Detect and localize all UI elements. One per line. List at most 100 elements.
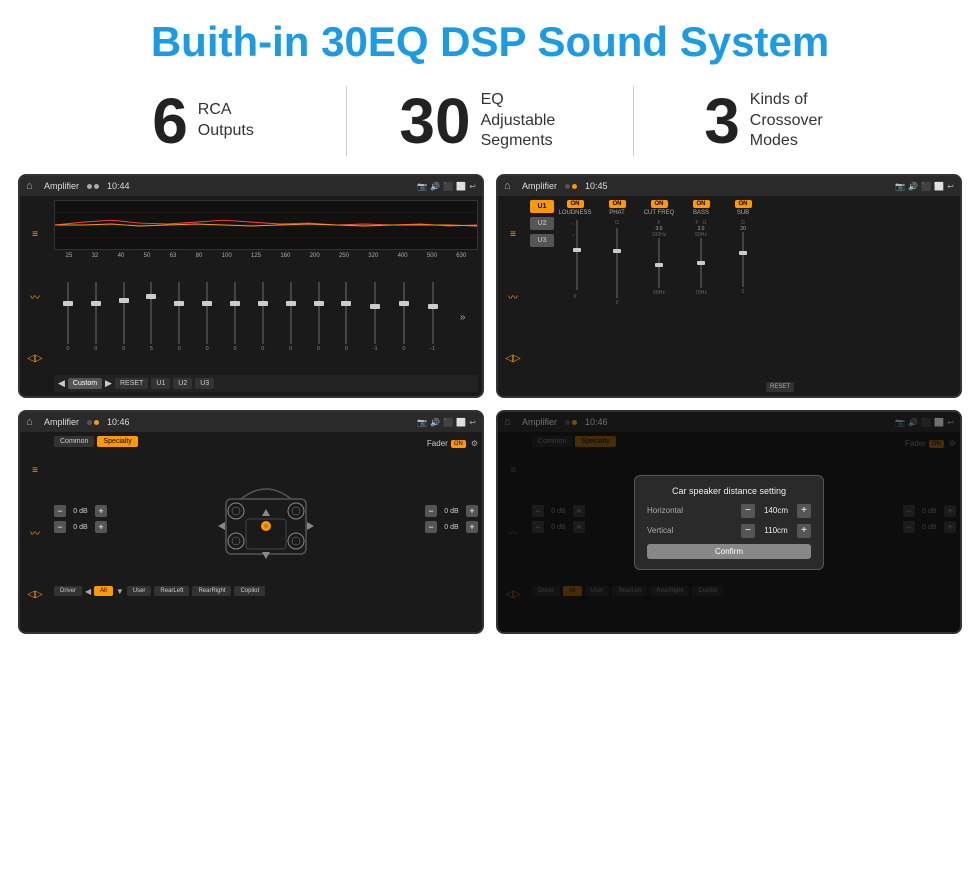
phat-on-badge[interactable]: ON: [609, 200, 626, 208]
stat-eq-text: EQ AdjustableSegments: [481, 90, 581, 152]
all-btn[interactable]: All: [94, 586, 113, 596]
left-sidebar-2: ≡ 〰 ◁▷: [498, 196, 528, 396]
db-control-2: − 0 dB +: [425, 505, 478, 517]
bass-on-badge[interactable]: ON: [693, 200, 710, 208]
cutfreq-slider[interactable]: [658, 238, 660, 288]
dot3: [565, 184, 570, 189]
eq-graph: [54, 200, 478, 250]
slider-col-6[interactable]: 0: [233, 282, 236, 352]
speaker-icon-3[interactable]: ◁▷: [27, 589, 42, 600]
driver-btn[interactable]: Driver: [54, 586, 82, 596]
sub-slider[interactable]: [742, 232, 744, 287]
db-minus-0[interactable]: −: [54, 505, 66, 517]
fader-on-badge[interactable]: ON: [451, 440, 466, 448]
cutfreq-on-badge[interactable]: ON: [651, 200, 668, 208]
stat-crossover: 3 Kinds ofCrossover Modes: [634, 89, 920, 153]
dot1: [87, 184, 92, 189]
car-diagram: [113, 454, 419, 584]
slider-col-12[interactable]: 0: [402, 282, 405, 352]
slider-col-1[interactable]: 0: [94, 282, 97, 352]
dot2: [94, 184, 99, 189]
u1-amp-btn[interactable]: U1: [530, 200, 554, 213]
slider-col-8[interactable]: 0: [289, 282, 292, 352]
tab-specialty[interactable]: Specialty: [97, 436, 137, 447]
slider-col-4[interactable]: 0: [178, 282, 181, 352]
dot4: [572, 184, 577, 189]
wave-icon-1[interactable]: 〰: [30, 289, 40, 304]
speaker-icon-1[interactable]: ◁▷: [27, 353, 42, 364]
phat-control: ON PHAT G 0: [598, 196, 636, 396]
tab-common[interactable]: Common: [54, 436, 94, 447]
rearright-btn[interactable]: RearRight: [192, 586, 231, 596]
custom-btn[interactable]: Custom: [68, 378, 102, 389]
db-control-1: − 0 dB +: [54, 521, 107, 533]
left-sidebar-1: ≡ 〰 ◁▷: [20, 196, 50, 396]
volume-icon-3: 🔊: [430, 418, 440, 427]
vertical-label: Vertical: [647, 526, 673, 535]
sub-on-badge[interactable]: ON: [735, 200, 752, 208]
eq-icon-1[interactable]: ≡: [32, 229, 38, 240]
slider-col-2[interactable]: 0: [122, 282, 125, 352]
loudness-slider[interactable]: [576, 220, 578, 290]
stat-rca-text: RCAOutputs: [198, 100, 254, 142]
u3-btn[interactable]: U3: [195, 378, 214, 389]
db-plus-0[interactable]: +: [95, 505, 107, 517]
dialog-title: Car speaker distance setting: [647, 486, 811, 496]
db-minus-1[interactable]: −: [54, 521, 66, 533]
confirm-button[interactable]: Confirm: [647, 544, 811, 559]
left-arrow-icon[interactable]: ◀: [85, 587, 91, 596]
reset-btn[interactable]: RESET: [115, 378, 148, 389]
chevron-right-icon[interactable]: »: [460, 312, 466, 323]
slider-col-11[interactable]: -1: [373, 282, 378, 352]
screen-eq: ⌂ Amplifier 10:44 📷 🔊 ⬛ ⬜ ↩ ≡ 〰 ◁▷: [18, 174, 484, 398]
slider-col-3[interactable]: 5: [150, 282, 153, 352]
db-plus-3[interactable]: +: [466, 521, 478, 533]
u1-btn[interactable]: U1: [151, 378, 170, 389]
wave-icon-2[interactable]: 〰: [508, 289, 518, 304]
stat-crossover-number: 3: [704, 89, 740, 153]
db-control-0: − 0 dB +: [54, 505, 107, 517]
bass-label: BASS: [693, 210, 709, 216]
u2-btn[interactable]: U2: [173, 378, 192, 389]
horizontal-minus-btn[interactable]: −: [741, 504, 755, 518]
status-dots-3: [87, 420, 99, 425]
slider-col-5[interactable]: 0: [206, 282, 209, 352]
down-arrow-icon[interactable]: ▼: [116, 587, 124, 596]
screen3-title: Amplifier: [44, 417, 79, 427]
next-btn[interactable]: ▶: [105, 378, 112, 389]
prev-btn[interactable]: ◀: [58, 378, 65, 389]
settings-icon-3[interactable]: ⚙: [471, 439, 478, 448]
slider-col-9[interactable]: 0: [317, 282, 320, 352]
db-plus-2[interactable]: +: [466, 505, 478, 517]
horizontal-plus-btn[interactable]: +: [797, 504, 811, 518]
db-plus-1[interactable]: +: [95, 521, 107, 533]
reset-amp-btn[interactable]: RESET: [766, 382, 794, 392]
bass-slider[interactable]: [700, 238, 702, 288]
loudness-on-badge[interactable]: ON: [567, 200, 584, 208]
wave-icon-3[interactable]: 〰: [30, 525, 40, 540]
u3-amp-btn[interactable]: U3: [530, 234, 554, 247]
db-minus-3[interactable]: −: [425, 521, 437, 533]
window2-icon-3: ⬜: [456, 418, 466, 427]
user-btn[interactable]: User: [127, 586, 152, 596]
db-minus-2[interactable]: −: [425, 505, 437, 517]
vertical-minus-btn[interactable]: −: [741, 524, 755, 538]
eq-icon-2[interactable]: ≡: [510, 229, 516, 240]
stat-eq-number: 30: [399, 89, 470, 153]
loudness-label: LOUDNESS: [558, 210, 591, 216]
loudness-control: ON LOUDNESS ~~ 0: [556, 196, 594, 396]
speaker-icon-2[interactable]: ◁▷: [505, 353, 520, 364]
slider-col-13[interactable]: -1: [430, 282, 435, 352]
rearleft-btn[interactable]: RearLeft: [154, 586, 189, 596]
slider-col-10[interactable]: 0: [345, 282, 348, 352]
horizontal-label: Horizontal: [647, 506, 683, 515]
slider-col-0[interactable]: 0: [66, 282, 69, 352]
vertical-plus-btn[interactable]: +: [797, 524, 811, 538]
copilot-btn[interactable]: Copilot: [234, 586, 265, 596]
u2-amp-btn[interactable]: U2: [530, 217, 554, 230]
home-icon-2: ⌂: [504, 179, 518, 193]
phat-slider[interactable]: [616, 228, 618, 298]
screen1-title: Amplifier: [44, 181, 79, 191]
eq-icon-3[interactable]: ≡: [32, 465, 38, 476]
slider-col-7[interactable]: 0: [261, 282, 264, 352]
